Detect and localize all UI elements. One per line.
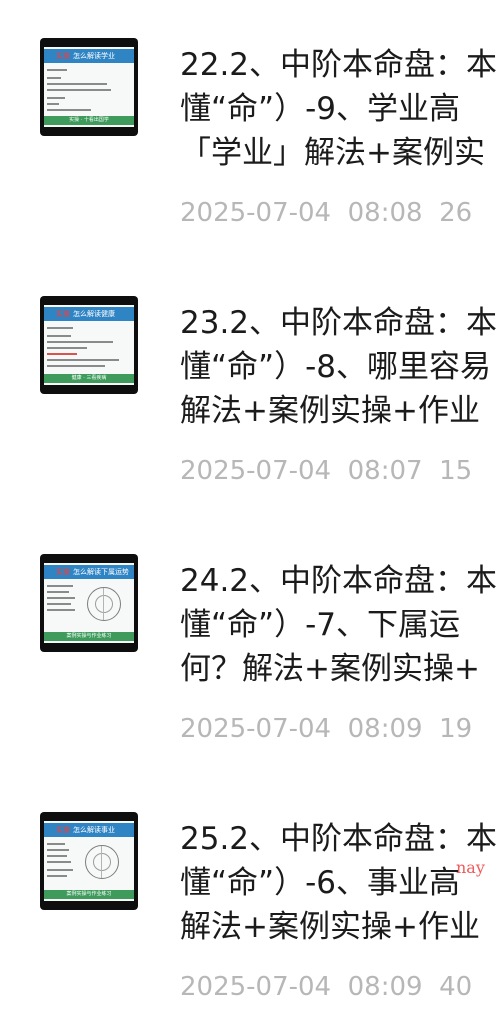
slide-heading: 实操 怎么解读下属运势	[44, 565, 134, 579]
lesson-meta: 2025-07-04 08:09 19	[180, 709, 500, 749]
slide-heading-text: 怎么解读下属运势	[73, 568, 129, 576]
lesson-thumbnail[interactable]: 实操 怎么解读健康 健康 · 三看疾病	[40, 296, 138, 394]
course-list: 实操 怎么解读学业 实操 · 十看出国学 22.2、中阶本命盘：本 懂“命”）-9…	[0, 0, 500, 1002]
title-line: 「学业」解法+案例实	[180, 135, 485, 171]
slide-heading-highlight: 实操	[56, 826, 70, 834]
slide-preview: 实操 怎么解读健康 健康 · 三看疾病	[44, 305, 134, 385]
list-item[interactable]: 实操 怎么解读学业 实操 · 十看出国学 22.2、中阶本命盘：本 懂“命”）-9…	[0, 0, 500, 240]
lesson-date: 2025-07-04	[180, 714, 332, 744]
lesson-title[interactable]: 23.2、中阶本命盘：本 懂“命”）-8、哪里容易 解法+案例实操+作业	[180, 301, 500, 433]
title-line: 懂“命”）-9、学业高	[180, 91, 461, 127]
slide-heading: 实操 怎么解读学业	[44, 49, 134, 63]
lesson-time: 08:09	[347, 972, 423, 1002]
slide-heading-highlight: 实操	[56, 52, 70, 60]
chart-wheel-icon	[87, 587, 121, 621]
lesson-meta: 2025-07-04 08:07 15	[180, 451, 500, 491]
title-line: 何？解法+案例实操+	[180, 651, 480, 687]
title-line: 解法+案例实操+作业	[180, 393, 480, 429]
lesson-time: 08:08	[347, 198, 423, 228]
list-item[interactable]: 实操 怎么解读事业 案例实操与作业练习 25.2、中阶本命盘：本 懂“命”）-6、…	[0, 774, 500, 1014]
slide-heading: 实操 怎么解读事业	[44, 823, 134, 837]
slide-heading-text: 怎么解读健康	[73, 310, 115, 318]
title-line: 解法+案例实操+作业	[180, 909, 480, 945]
title-line: 懂“命”）-6、事业高	[180, 865, 461, 901]
lesson-meta: 2025-07-04 08:09 40	[180, 967, 500, 1007]
title-line: 25.2、中阶本命盘：本	[180, 821, 498, 857]
slide-preview: 实操 怎么解读事业 案例实操与作业练习	[44, 821, 134, 901]
lesson-date: 2025-07-04	[180, 456, 332, 486]
lesson-title[interactable]: 22.2、中阶本命盘：本 懂“命”）-9、学业高 「学业」解法+案例实	[180, 43, 500, 175]
title-line: 23.2、中阶本命盘：本	[180, 305, 498, 341]
slide-footer: 案例实操与作业练习	[44, 890, 134, 899]
chart-wheel-icon	[85, 845, 119, 879]
slide-text-lines	[47, 841, 131, 887]
title-line: 懂“命”）-8、哪里容易	[180, 349, 492, 385]
watermark: nay	[456, 858, 485, 877]
slide-text-lines	[47, 583, 131, 629]
slide-heading-highlight: 实操	[56, 568, 70, 576]
slide-footer: 实操 · 十看出国学	[44, 116, 134, 125]
slide-heading-text: 怎么解读学业	[73, 52, 115, 60]
slide-heading-text: 怎么解读事业	[73, 826, 115, 834]
lesson-time: 08:07	[347, 456, 423, 486]
lesson-time: 08:09	[347, 714, 423, 744]
lesson-title[interactable]: 24.2、中阶本命盘：本 懂“命”）-7、下属运 何？解法+案例实操+	[180, 559, 500, 691]
lesson-thumbnail[interactable]: 实操 怎么解读事业 案例实操与作业练习	[40, 812, 138, 910]
lesson-extra: 40	[439, 972, 473, 1002]
lesson-date: 2025-07-04	[180, 198, 332, 228]
slide-heading-highlight: 实操	[56, 310, 70, 318]
title-line: 懂“命”）-7、下属运	[180, 607, 461, 643]
slide-preview: 实操 怎么解读学业 实操 · 十看出国学	[44, 47, 134, 127]
lesson-thumbnail[interactable]: 实操 怎么解读学业 实操 · 十看出国学	[40, 38, 138, 136]
lesson-extra: 15	[439, 456, 473, 486]
lesson-extra: 26	[439, 198, 473, 228]
slide-footer: 健康 · 三看疾病	[44, 374, 134, 383]
list-item[interactable]: 实操 怎么解读健康 健康 · 三看疾病 23.2、中阶本命盘：本 懂“命”）-8、…	[0, 258, 500, 498]
slide-text-lines	[47, 67, 131, 113]
title-line: 24.2、中阶本命盘：本	[180, 563, 498, 599]
lesson-thumbnail[interactable]: 实操 怎么解读下属运势 案例实操与作业练习	[40, 554, 138, 652]
lesson-meta: 2025-07-04 08:08 26	[180, 193, 500, 233]
slide-preview: 实操 怎么解读下属运势 案例实操与作业练习	[44, 563, 134, 643]
slide-text-lines	[47, 325, 131, 371]
slide-footer: 案例实操与作业练习	[44, 632, 134, 641]
slide-heading: 实操 怎么解读健康	[44, 307, 134, 321]
title-line: 22.2、中阶本命盘：本	[180, 47, 498, 83]
lesson-title[interactable]: 25.2、中阶本命盘：本 懂“命”）-6、事业高 解法+案例实操+作业	[180, 817, 500, 949]
lesson-date: 2025-07-04	[180, 972, 332, 1002]
list-item[interactable]: 实操 怎么解读下属运势 案例实操与作业练习 24.2、中阶本命盘：本 懂“命”）-…	[0, 516, 500, 756]
lesson-extra: 19	[439, 714, 473, 744]
